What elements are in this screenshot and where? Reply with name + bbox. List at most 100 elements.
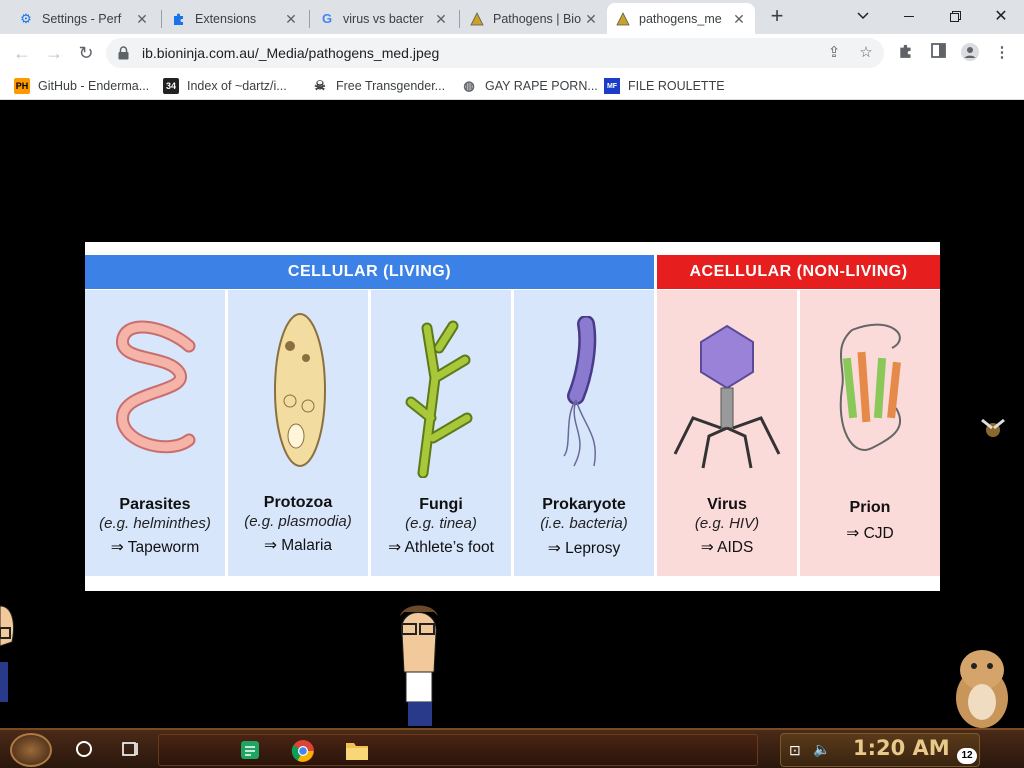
image-viewer: CELLULAR (LIVING) ACELLULAR (NON-LIVING)… xyxy=(0,100,1024,728)
column-parasites: Parasites (e.g. helminthes) ⇒ Tapeworm xyxy=(85,290,225,576)
chrome-icon xyxy=(291,740,314,762)
bacteriophage-icon xyxy=(673,324,781,469)
bookmark-gay-rape[interactable]: ◍ GAY RAPE PORN... xyxy=(461,77,598,95)
bookmark-label: FILE ROULETTE xyxy=(628,79,725,93)
fungi-icon xyxy=(405,320,473,478)
tab-strip: ⚙ Settings - Perf ✕ Extensions ✕ G virus… xyxy=(0,0,1024,34)
bookmark-free-transgender[interactable]: ☠ Free Transgender... xyxy=(312,77,445,95)
browser-toolbar: ← → ↻ ib.bioninja.com.au/_Media/pathogen… xyxy=(0,34,1024,72)
taskbar: ⊡ 🔈 1:20 AM 12 xyxy=(0,728,1024,768)
close-icon: ✕ xyxy=(994,8,1008,25)
hamster-icon xyxy=(956,650,1008,728)
reload-icon: ↻ xyxy=(78,42,94,63)
pathogen-name: Protozoa xyxy=(263,494,333,511)
pathogen-example: (i.e. bacteria) xyxy=(540,515,628,532)
tab-settings[interactable]: ⚙ Settings - Perf ✕ xyxy=(10,3,158,34)
close-icon[interactable]: ✕ xyxy=(583,11,599,27)
bookmark-label: Free Transgender... xyxy=(336,79,446,93)
column-prokaryote: Prokaryote (i.e. bacteria) ⇒ Leprosy xyxy=(514,290,654,576)
acellular-header: ACELLULAR (NON-LIVING) xyxy=(657,255,940,289)
bioninja-icon xyxy=(615,11,631,27)
site-icon: MF xyxy=(604,78,620,94)
tab-title: virus vs bacter xyxy=(343,11,424,26)
extensions-button[interactable] xyxy=(895,43,917,63)
tab-search-button[interactable] xyxy=(840,0,886,32)
pathogen-example: (e.g. helminthes) xyxy=(99,515,211,532)
profile-button[interactable] xyxy=(959,43,981,63)
cellular-header: CELLULAR (LIVING) xyxy=(85,255,654,289)
pathogen-disease: ⇒ Leprosy xyxy=(547,540,621,557)
chevron-down-icon xyxy=(857,12,869,20)
puzzle-icon xyxy=(171,11,187,27)
kebab-menu-icon: ⋮ xyxy=(994,44,1010,61)
pathogen-name: Prokaryote xyxy=(542,496,626,513)
close-window-button[interactable]: ✕ xyxy=(978,0,1024,32)
tab-pathogens[interactable]: Pathogens | Bio ✕ xyxy=(461,3,607,34)
system-tray: ⊡ 🔈 1:20 AM 12 xyxy=(780,733,980,767)
bee-icon xyxy=(981,418,1005,437)
bookmark-label: GAY RAPE PORN... xyxy=(485,79,598,93)
globe-icon: ◍ xyxy=(463,78,475,93)
arrow-left-icon: ← xyxy=(13,42,31,63)
bookmark-github[interactable]: PH GitHub - Enderma... xyxy=(14,77,149,95)
pornhub-icon: PH xyxy=(14,78,30,94)
close-icon[interactable]: ✕ xyxy=(283,11,299,27)
clock[interactable]: 1:20 AM xyxy=(853,736,950,760)
pathogen-name: Fungi xyxy=(419,496,463,513)
column-prion: Prion ⇒ CJD xyxy=(800,290,940,576)
bookmark-file-roulette[interactable]: MF FILE ROULETTE xyxy=(604,77,725,95)
close-icon[interactable]: ✕ xyxy=(134,11,150,27)
pathogen-disease: ⇒ Tapeworm xyxy=(110,539,200,556)
url-text: ib.bioninja.com.au/_Media/pathogens_med.… xyxy=(142,45,440,61)
avatar-icon xyxy=(961,43,979,61)
site-icon: 34 xyxy=(163,78,179,94)
notes-icon xyxy=(241,741,259,759)
side-panel-icon xyxy=(930,43,946,58)
bioninja-icon xyxy=(469,11,485,27)
pathogen-example: (e.g. HIV) xyxy=(694,515,760,532)
bookmarks-bar: PH GitHub - Enderma... 34 Index of ~dart… xyxy=(0,72,1024,100)
side-panel-button[interactable] xyxy=(927,43,949,63)
pathogen-name: Parasites xyxy=(119,496,191,513)
tab-pathogens-image[interactable]: pathogens_me ✕ xyxy=(607,3,755,34)
tab-title: pathogens_me xyxy=(639,11,722,26)
file-explorer-button[interactable] xyxy=(345,739,369,763)
back-button[interactable]: ← xyxy=(8,39,36,67)
close-icon[interactable]: ✕ xyxy=(433,11,449,27)
address-bar[interactable]: ib.bioninja.com.au/_Media/pathogens_med.… xyxy=(106,38,884,68)
new-tab-button[interactable]: + xyxy=(764,5,790,28)
lock-icon xyxy=(118,46,129,60)
menu-button[interactable]: ⋮ xyxy=(991,43,1013,63)
puzzle-icon xyxy=(900,44,911,58)
notification-badge[interactable]: 12 xyxy=(957,748,977,764)
pathogen-example: (e.g. tinea) xyxy=(405,515,477,532)
chrome-app-button[interactable] xyxy=(291,739,315,763)
restore-button[interactable] xyxy=(932,0,978,32)
column-fungi: Fungi (e.g. tinea) ⇒ Athlete’s foot xyxy=(371,290,511,576)
pathogen-example: (e.g. plasmodia) xyxy=(244,513,352,530)
forward-button[interactable]: → xyxy=(40,39,68,67)
tab-google-search[interactable]: G virus vs bacter ✕ xyxy=(311,3,457,34)
close-icon[interactable]: ✕ xyxy=(731,11,747,27)
tab-title: Extensions xyxy=(195,11,257,26)
pathogen-disease: ⇒ CJD xyxy=(846,525,894,542)
pathogen-disease: ⇒ AIDS xyxy=(700,539,754,556)
network-icon[interactable]: ⊡ xyxy=(789,742,801,759)
pathogen-disease: ⇒ Athlete’s foot xyxy=(388,539,494,556)
sheets-app-button[interactable] xyxy=(239,739,263,763)
skull-icon: ☠ xyxy=(314,78,326,93)
pathogens-image: CELLULAR (LIVING) ACELLULAR (NON-LIVING)… xyxy=(85,242,940,591)
reload-button[interactable]: ↻ xyxy=(72,39,100,67)
volume-muted-icon[interactable]: 🔈 xyxy=(813,741,830,758)
star-icon[interactable]: ☆ xyxy=(856,44,876,62)
folder-icon xyxy=(346,743,368,760)
cortana-button[interactable] xyxy=(72,737,96,761)
share-icon[interactable]: ⇪ xyxy=(824,44,844,62)
tab-title: Pathogens | Bio xyxy=(493,11,582,26)
task-view-button[interactable] xyxy=(118,737,142,761)
start-button[interactable] xyxy=(10,733,52,767)
bookmark-index-dartz[interactable]: 34 Index of ~dartz/i... xyxy=(163,77,287,95)
minimize-button[interactable] xyxy=(886,0,932,32)
tab-extensions[interactable]: Extensions ✕ xyxy=(163,3,307,34)
tapeworm-icon xyxy=(116,320,196,454)
